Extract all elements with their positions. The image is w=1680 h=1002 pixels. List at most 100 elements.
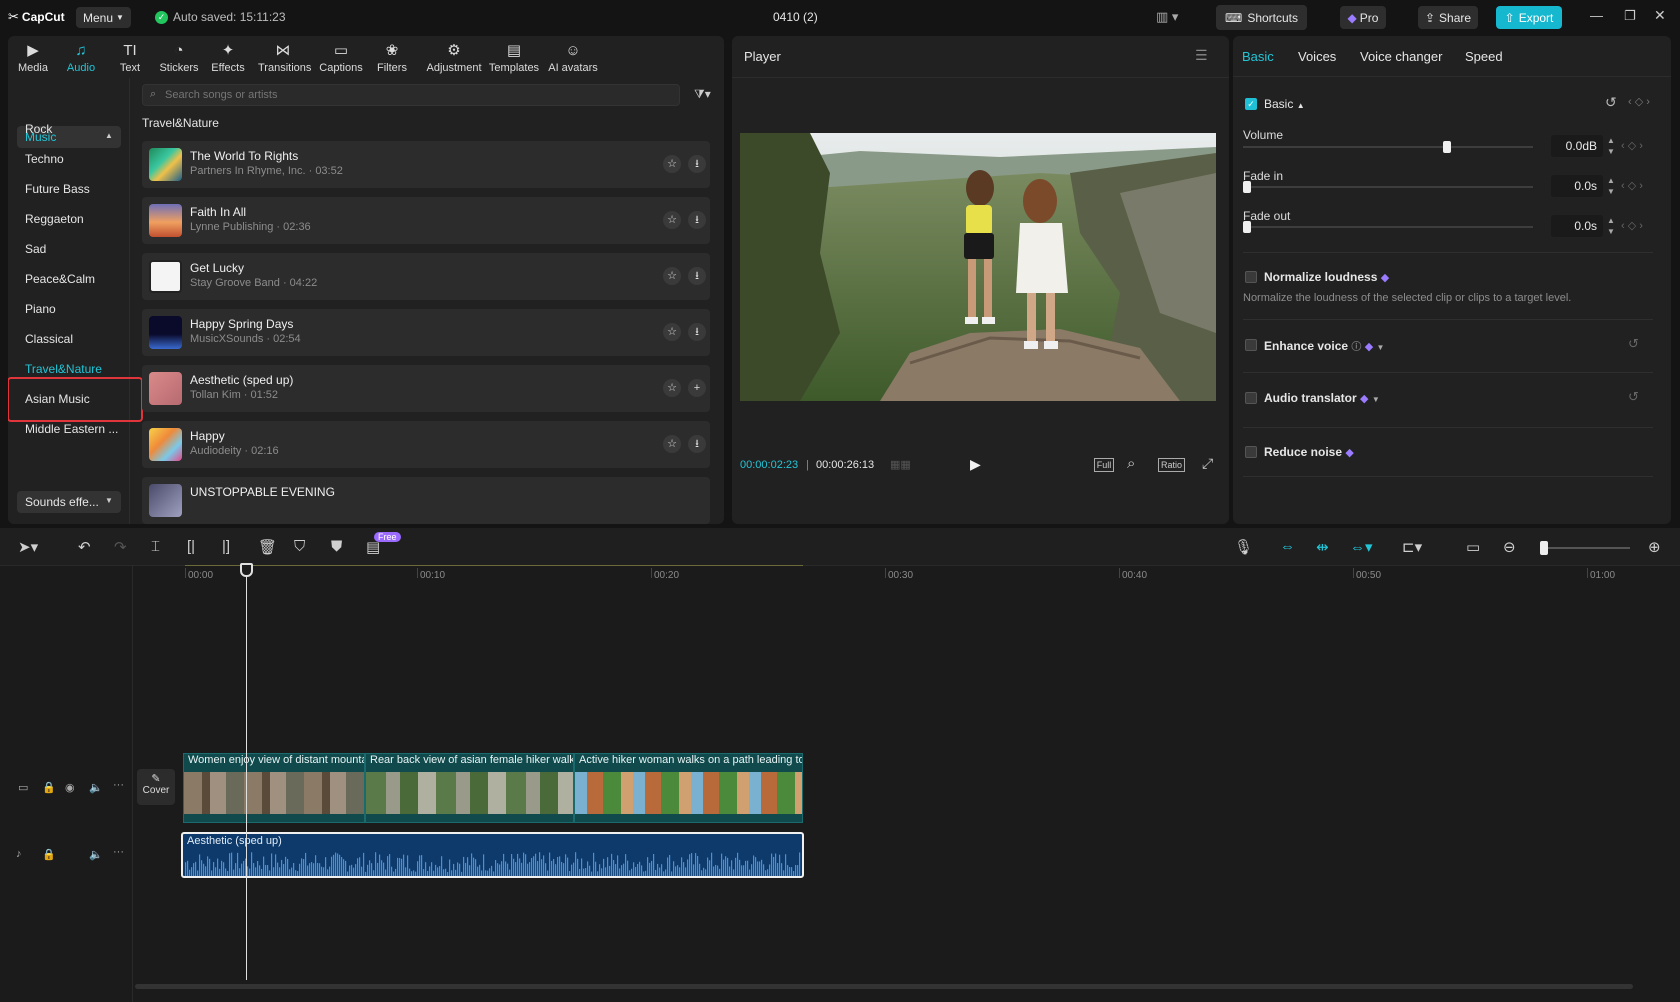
- track-row[interactable]: The World To Rights Partners In Rhyme, I…: [142, 141, 710, 188]
- sidebar-item-peace-calm[interactable]: Peace&Calm: [25, 272, 95, 286]
- sidebar-item-asian-music[interactable]: Asian Music: [25, 392, 90, 406]
- audio-translator-title[interactable]: Audio translator ◆ ▼: [1264, 391, 1380, 405]
- sidebar-item-travel-nature[interactable]: Travel&Nature: [25, 362, 102, 376]
- volume-icon[interactable]: 🔈: [89, 781, 103, 794]
- linkage-icon[interactable]: ⇔▾: [1350, 538, 1373, 556]
- download-icon[interactable]: ⭳: [688, 211, 706, 229]
- audio-clip[interactable]: Aesthetic (sped up): [181, 832, 804, 878]
- tab-audio[interactable]: ♫ Audio: [56, 42, 106, 74]
- volume-stepper[interactable]: ▲ ▼: [1605, 135, 1617, 157]
- favorite-icon[interactable]: ☆: [663, 435, 681, 453]
- zoom-slider[interactable]: [1540, 541, 1630, 555]
- reset-icon[interactable]: ↺: [1628, 389, 1639, 405]
- keyframe-nav-icon[interactable]: ‹ ◇ ›: [1628, 95, 1650, 108]
- sounds-effects-toggle[interactable]: Sounds effe... ▼: [17, 491, 121, 513]
- cover-button[interactable]: ✎ Cover: [137, 769, 175, 805]
- fade-in-stepper[interactable]: ▲ ▼: [1605, 175, 1617, 197]
- close-icon[interactable]: ✕: [1654, 7, 1666, 24]
- thumbnail-icon[interactable]: ▭: [1466, 538, 1480, 556]
- tab-captions[interactable]: ▭ Captions: [316, 42, 366, 74]
- tab-effects[interactable]: ✦ Effects: [203, 42, 253, 74]
- volume-slider-knob[interactable]: [1443, 141, 1452, 153]
- enhance-voice-checkbox[interactable]: [1245, 339, 1257, 351]
- zoom-in-icon[interactable]: ⊕: [1648, 538, 1661, 556]
- lock-icon[interactable]: 🔒: [42, 848, 56, 861]
- track-row[interactable]: Aesthetic (sped up) Tollan Kim · 01:52 ☆…: [142, 365, 710, 412]
- download-icon[interactable]: ⭳: [688, 267, 706, 285]
- mark-icon[interactable]: ⛉: [294, 538, 305, 555]
- fade-out-slider[interactable]: [1243, 221, 1533, 233]
- sidebar-item-reggaeton[interactable]: Reggaeton: [25, 212, 84, 226]
- preview-axis-icon[interactable]: ⊏▾: [1402, 538, 1422, 556]
- favorite-icon[interactable]: ☆: [663, 155, 681, 173]
- tab-transitions[interactable]: ⋈ Transitions: [258, 42, 311, 74]
- tab-stickers[interactable]: ◔ Stickers: [154, 42, 204, 74]
- tab-adjustment[interactable]: ⚙ Adjustment: [423, 42, 485, 74]
- favorite-icon[interactable]: ☆: [663, 211, 681, 229]
- export-button[interactable]: ⇧ Export: [1496, 6, 1562, 29]
- restore-icon[interactable]: ❐: [1624, 8, 1636, 24]
- reduce-noise-checkbox[interactable]: [1245, 446, 1257, 458]
- video-clip[interactable]: Women enjoy view of distant mountains: [183, 753, 365, 823]
- volume-value[interactable]: 0.0dB: [1551, 135, 1603, 157]
- volume-keyframe-icon[interactable]: ‹ ◇ ›: [1621, 139, 1643, 152]
- shield-icon[interactable]: ⛊: [331, 538, 342, 555]
- playhead-handle[interactable]: [240, 563, 253, 577]
- more-icon[interactable]: ···: [113, 846, 124, 858]
- favorite-icon[interactable]: ☆: [663, 323, 681, 341]
- sidebar-item-future-bass[interactable]: Future Bass: [25, 182, 90, 196]
- play-icon[interactable]: ▶: [970, 456, 981, 473]
- video-clip[interactable]: Rear back view of asian female hiker wal…: [365, 753, 574, 823]
- pro-button[interactable]: ◆ Pro: [1340, 6, 1386, 29]
- share-button[interactable]: ⇪ Share: [1418, 6, 1478, 29]
- eye-icon[interactable]: ◉: [65, 781, 75, 794]
- undo-icon[interactable]: ↶: [78, 538, 91, 556]
- fade-out-stepper[interactable]: ▲ ▼: [1605, 215, 1617, 237]
- reset-icon[interactable]: ↺: [1605, 94, 1617, 111]
- fade-out-value[interactable]: 0.0s: [1551, 215, 1603, 237]
- redo-icon[interactable]: ↷: [114, 538, 127, 556]
- zoom-slider-knob[interactable]: [1540, 541, 1548, 555]
- ratio-button[interactable]: Ratio: [1158, 458, 1185, 472]
- fade-in-slider[interactable]: [1243, 181, 1533, 193]
- tab-basic[interactable]: Basic: [1242, 49, 1274, 64]
- split-right-icon[interactable]: |]: [222, 538, 230, 555]
- tab-templates[interactable]: ▤ Templates: [486, 42, 542, 74]
- enhance-voice-title[interactable]: Enhance voice ⓘ ◆ ▼: [1264, 338, 1384, 353]
- reset-icon[interactable]: ↺: [1628, 336, 1639, 352]
- shortcuts-button[interactable]: ⌨ Shortcuts: [1216, 5, 1307, 30]
- volume-icon[interactable]: 🔈: [89, 848, 103, 861]
- lock-icon[interactable]: 🔒: [42, 781, 56, 794]
- layout-icon[interactable]: ▥ ▾: [1156, 9, 1178, 25]
- sidebar-item-classical[interactable]: Classical: [25, 332, 73, 346]
- filter-icon[interactable]: ⧩▾: [694, 87, 711, 102]
- playhead-line[interactable]: [246, 565, 247, 980]
- tab-ai-avatars[interactable]: ☺ AI avatars: [545, 42, 601, 74]
- track-row[interactable]: UNSTOPPABLE EVENING: [142, 477, 710, 524]
- fade-in-keyframe-icon[interactable]: ‹ ◇ ›: [1621, 179, 1643, 192]
- full-quality-button[interactable]: Full: [1094, 458, 1114, 472]
- main-track-magnet-icon[interactable]: ⇔: [1280, 538, 1295, 555]
- horizontal-scrollbar[interactable]: [135, 984, 1633, 989]
- favorite-icon[interactable]: ☆: [663, 267, 681, 285]
- sidebar-item-rock[interactable]: Rock: [25, 122, 52, 136]
- fullscreen-icon[interactable]: ⤢: [1202, 455, 1213, 472]
- add-icon[interactable]: +: [688, 379, 706, 397]
- favorite-icon[interactable]: ☆: [663, 379, 681, 397]
- split-icon[interactable]: ⌶: [151, 538, 160, 555]
- tab-voices[interactable]: Voices: [1298, 49, 1336, 64]
- zoom-fit-icon[interactable]: ⌕: [1127, 455, 1135, 472]
- video-clip[interactable]: Active hiker woman walks on a path leadi…: [574, 753, 803, 823]
- sidebar-item-sad[interactable]: Sad: [25, 242, 46, 256]
- audio-translator-checkbox[interactable]: [1245, 392, 1257, 404]
- video-preview[interactable]: [740, 133, 1216, 401]
- sidebar-item-techno[interactable]: Techno: [25, 152, 64, 166]
- delete-icon[interactable]: 🗑: [258, 538, 277, 556]
- fade-in-value[interactable]: 0.0s: [1551, 175, 1603, 197]
- fade-out-slider-knob[interactable]: [1243, 221, 1251, 233]
- menu-button[interactable]: Menu ▼: [76, 7, 131, 28]
- more-icon[interactable]: ···: [113, 779, 124, 791]
- track-row[interactable]: Happy Spring Days MusicXSounds · 02:54 ☆…: [142, 309, 710, 356]
- search-input[interactable]: [165, 87, 665, 103]
- track-row[interactable]: Faith In All Lynne Publishing · 02:36 ☆ …: [142, 197, 710, 244]
